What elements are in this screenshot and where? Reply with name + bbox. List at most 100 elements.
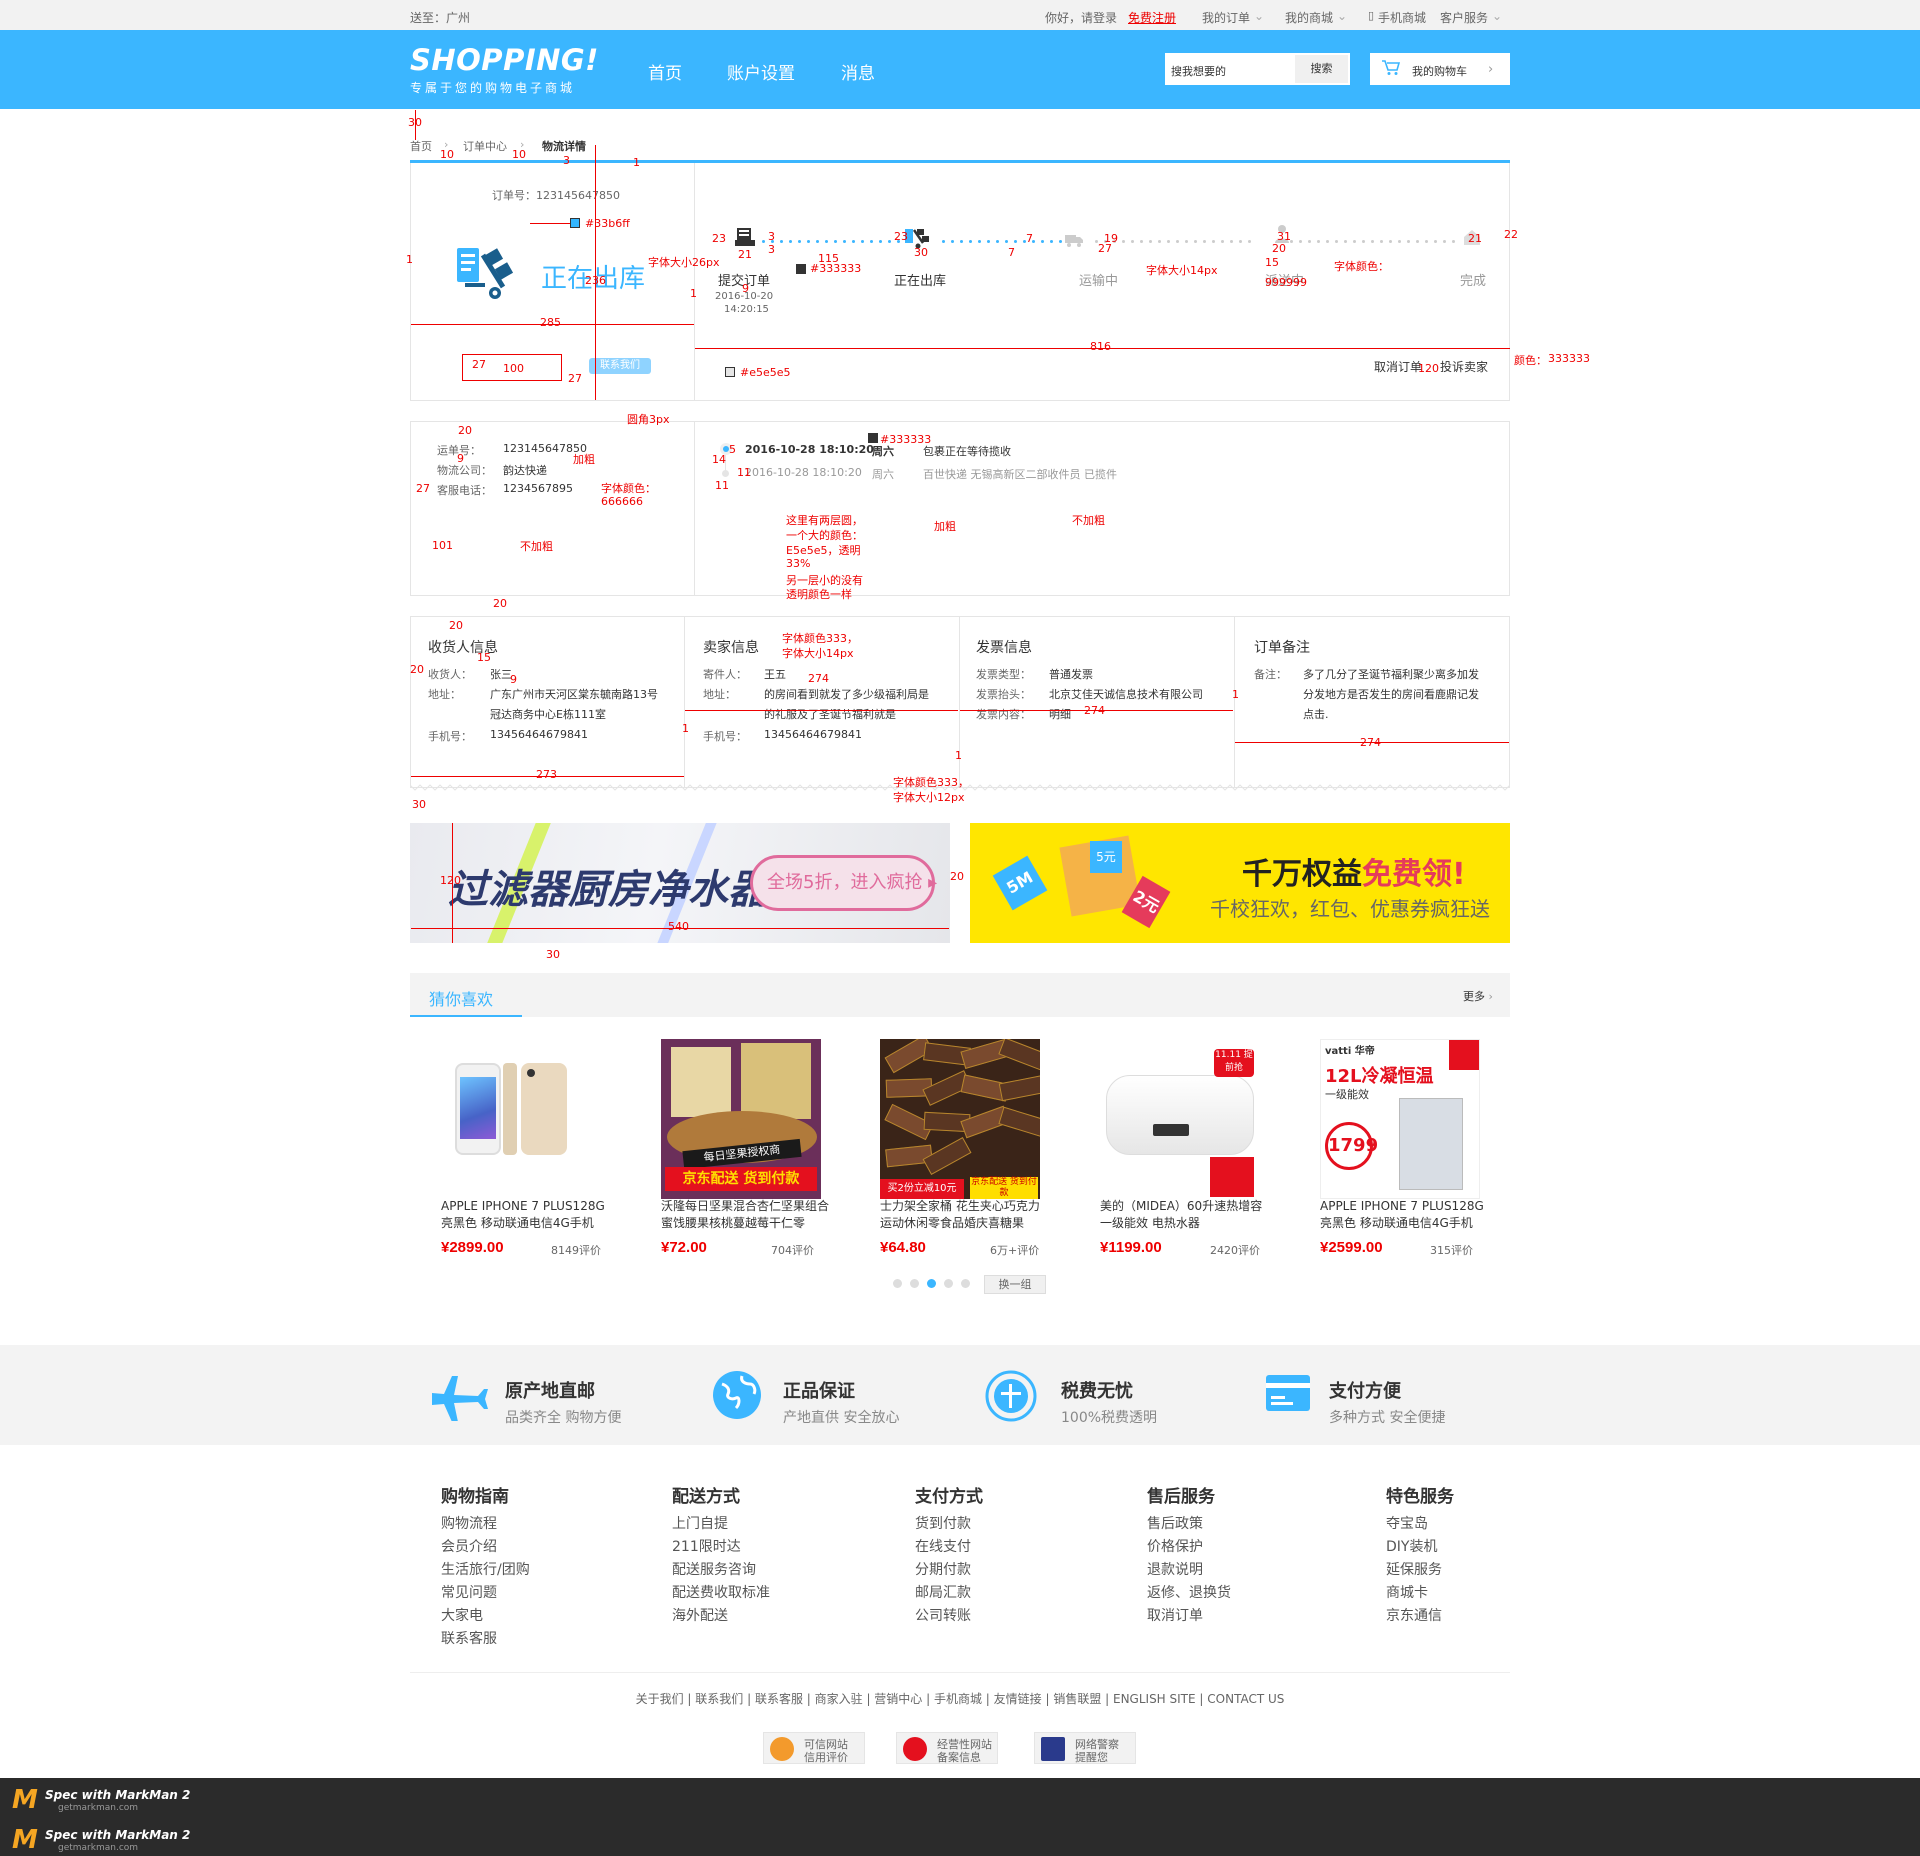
footer-link[interactable]: 返修、退换货 [1147,1582,1231,1605]
color-swatch [868,433,878,443]
annotation: 27 [416,482,430,495]
breadcrumb-home[interactable]: 首页 [410,138,432,154]
step-dot [834,240,837,243]
annotation: 字体大小14px [782,647,854,660]
product-name[interactable]: APPLE IPHONE 7 PLUS128G 亮黑色 移动联通电信4G手机 [1320,1198,1490,1232]
annotation: 30 [914,246,928,259]
banner-rights[interactable]: 5M 5元 2元 千万权益免费领! 千校狂欢，红包、优惠券疯狂送 [970,823,1510,943]
footer-link[interactable]: 分期付款 [915,1559,983,1582]
annotation: 100 [503,362,524,375]
carousel-dot[interactable] [893,1279,902,1288]
mobile-mall-link[interactable]: 手机商城 [1378,9,1426,26]
footer-link[interactable]: 在线支付 [915,1536,983,1559]
feature-desc: 多种方式 安全便捷 [1329,1410,1446,1426]
step-dot [987,240,990,243]
info-panel [410,616,1510,788]
badge-trusted-site[interactable]: 可信网站 信用评价 [763,1732,865,1764]
annotation: 7 [1008,246,1015,259]
chevron-down-icon: ⌄ [1337,9,1348,23]
badge-business-site[interactable]: 经营性网站 备案信息 [896,1732,998,1764]
annotation: 3 [768,230,775,243]
carousel-dot[interactable] [961,1279,970,1288]
product-name[interactable]: 沃隆每日坚果混合杏仁坚果组合蜜饯腰果核桃蔓越莓干仁零 [661,1198,831,1232]
footer-link[interactable]: 退款说明 [1147,1559,1231,1582]
product-image[interactable] [441,1039,601,1199]
footer-links[interactable]: 关于我们 | 联系我们 | 联系客服 | 商家入驻 | 营销中心 | 手机商城 … [0,1690,1920,1707]
footer-link[interactable]: 大家电 [441,1605,530,1628]
footer-link[interactable]: 配送费收取标准 [672,1582,770,1605]
contact-us-button[interactable]: 联系我们 [589,358,651,374]
footer-link[interactable]: 价格保护 [1147,1536,1231,1559]
product-name[interactable]: APPLE IPHONE 7 PLUS128G 亮黑色 移动联通电信4G手机 [441,1198,611,1232]
cancel-order-link[interactable]: 取消订单 [1374,358,1422,375]
badge-cyber-police[interactable]: 网络警察 提醒您 [1034,1732,1136,1764]
footer-link[interactable]: 海外配送 [672,1605,770,1628]
cart-icon [1382,60,1400,75]
footer-link[interactable]: 会员介绍 [441,1536,530,1559]
footer-link[interactable]: 夺宝岛 [1386,1513,1454,1536]
product-name[interactable]: 士力架全家桶 花生夹心巧克力运动休闲零食品婚庆喜糖果 [880,1198,1050,1232]
banner-right-sub: 千校狂欢，红包、优惠券疯狂送 [1210,897,1490,921]
product-image[interactable]: 每日坚果授权商 京东配送 货到付款 [661,1039,821,1199]
location-text[interactable]: 送至：广州 [410,9,470,26]
annotation: 字体大小12px [893,791,965,804]
nav-messages[interactable]: 消息 [841,59,875,84]
register-link[interactable]: 免费注册 [1128,9,1176,26]
product-name[interactable]: 美的（MIDEA）60升速热增容 一级能效 电热水器 [1100,1198,1270,1232]
chocolate-bar [998,1074,1040,1102]
product-image[interactable]: 买2份立减10元 京东配送 货到付款 [880,1039,1040,1199]
banner-tag-5m: 5M [992,855,1048,911]
nav-home[interactable]: 首页 [648,59,682,84]
footer-link[interactable]: 公司转账 [915,1605,983,1628]
footer-link[interactable]: 货到付款 [915,1513,983,1536]
step-dot [1230,240,1233,243]
footer-link[interactable]: DIY装机 [1386,1536,1454,1559]
logo[interactable]: SHOPPING! 专属于您的购物电子商城 [410,43,599,96]
customer-service-link[interactable]: 客户服务 [1440,9,1488,26]
footer-link[interactable]: 上门自提 [672,1513,770,1536]
footer-link[interactable]: 京东通信 [1386,1605,1454,1628]
step-dot [1122,240,1125,243]
forklift-icon [457,248,514,299]
step-dot [807,240,810,243]
search-button[interactable]: 搜索 [1295,55,1348,83]
complaint-link[interactable]: 投诉卖家 [1440,358,1488,375]
step-dot [1452,240,1455,243]
more-link[interactable]: 更多 › [1463,988,1493,1004]
carousel-dot[interactable] [944,1279,953,1288]
product-image[interactable]: 11.11 提前抢 [1100,1039,1260,1199]
breadcrumb-order-center[interactable]: 订单中心 [463,138,507,154]
footer-link[interactable]: 常见问题 [441,1582,530,1605]
footer-link[interactable]: 邮局汇款 [915,1582,983,1605]
feature-tax: 税费无忧 100%税费透明 [1061,1377,1157,1427]
carousel-dot-active[interactable] [927,1279,936,1288]
footer-link[interactable]: 联系客服 [441,1628,530,1651]
my-mall-link[interactable]: 我的商城 [1285,9,1333,26]
product-image[interactable]: vatti 华帝 12L冷凝恒温 一级能效 1799 [1320,1039,1480,1199]
footer-link[interactable]: 配送服务咨询 [672,1559,770,1582]
footer-link[interactable]: 延保服务 [1386,1559,1454,1582]
footer-link[interactable]: 生活旅行/团购 [441,1559,530,1582]
remark-line1: 多了几分了圣诞节福利聚少离多加发 [1303,668,1479,681]
guess-title: 猜你喜欢 [429,990,494,1009]
footer-link[interactable]: 211限时达 [672,1536,770,1559]
my-orders-link[interactable]: 我的订单 [1202,9,1250,26]
greeting-link[interactable]: 你好，请登录 [1045,9,1117,26]
footer-link[interactable]: 取消订单 [1147,1605,1231,1628]
banner-left-cta[interactable]: 全场5折，进入疯抢 ▸ [750,855,937,911]
footer-link[interactable]: 商城卡 [1386,1582,1454,1605]
annotation: 1 [690,287,697,300]
footer-link[interactable]: 购物流程 [441,1513,530,1536]
carousel-dot[interactable] [910,1279,919,1288]
remark-label: 备注： [1254,668,1287,681]
nut-box [741,1043,811,1119]
annotation: 20 [458,424,472,437]
search-input[interactable]: 搜我想要的 [1171,63,1226,79]
order-number: 订单号：123145647850 [492,189,620,202]
footer-link[interactable]: 售后政策 [1147,1513,1231,1536]
seller-phone-label: 手机号： [703,730,747,743]
nav-account-settings[interactable]: 账户设置 [727,59,795,84]
shield-icon [903,1737,927,1761]
cart-button[interactable]: 我的购物车 › [1370,53,1510,85]
swap-button[interactable]: 换一组 [984,1275,1046,1294]
